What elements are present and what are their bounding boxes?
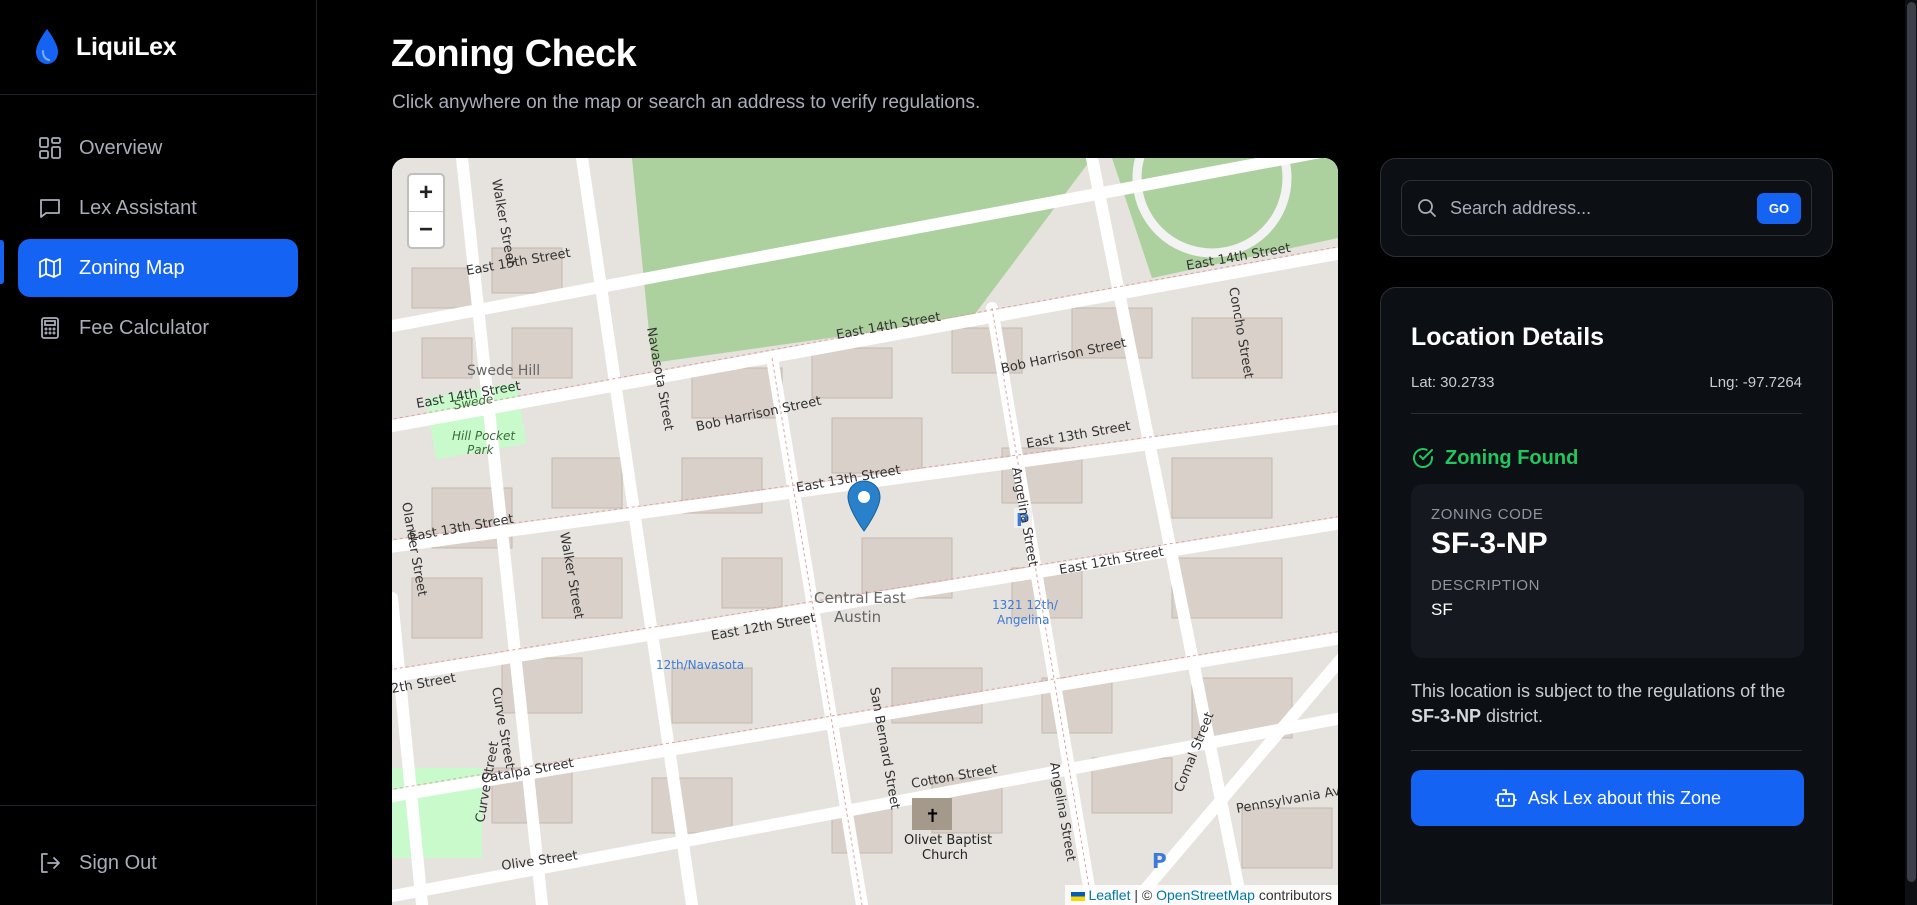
sign-out-button[interactable]: Sign Out	[18, 834, 299, 892]
map-icon	[38, 256, 62, 280]
map-label: Angelina	[997, 613, 1049, 627]
regulation-suffix: district.	[1486, 706, 1544, 726]
app-name: LiquiLex	[76, 32, 177, 61]
sidebar-item-zoning-map[interactable]: Zoning Map	[18, 239, 298, 297]
zoning-status: Zoning Found	[1411, 446, 1578, 470]
brand[interactable]: LiquiLex	[0, 0, 316, 95]
sidebar-item-lex-assistant[interactable]: Lex Assistant	[18, 179, 298, 237]
ukraine-flag-icon	[1070, 891, 1085, 901]
map-label: Central East	[814, 589, 906, 607]
sidebar-footer: Sign Out	[0, 805, 317, 905]
page-subtitle: Click anywhere on the map or search an a…	[392, 92, 981, 113]
page-title: Zoning Check	[391, 33, 637, 75]
regulation-text: This location is subject to the regulati…	[1411, 679, 1811, 729]
address-search-input[interactable]	[1450, 197, 1757, 219]
water-drop-logo-icon	[36, 29, 58, 64]
check-circle-icon	[1413, 448, 1434, 469]
search-box: GO	[1401, 180, 1812, 236]
sign-out-label: Sign Out	[79, 851, 157, 874]
ask-lex-button[interactable]: Ask Lex about this Zone	[1411, 770, 1804, 826]
ask-lex-label: Ask Lex about this Zone	[1527, 787, 1722, 808]
go-button[interactable]: GO	[1757, 192, 1801, 224]
map-label: Swede Hill	[467, 363, 540, 379]
search-icon	[1418, 199, 1436, 217]
leaflet-link[interactable]: Leaflet	[1088, 887, 1130, 903]
map-pin-icon[interactable]	[847, 480, 881, 532]
app-root: LiquiLex Overview Lex Assistant Zoning M…	[0, 0, 1917, 905]
location-details-card: Location Details Lat: 30.2733 Lng: -97.7…	[1380, 287, 1833, 905]
zoning-status-label: Zoning Found	[1445, 446, 1579, 469]
search-card: GO	[1380, 158, 1833, 257]
map-label: Hill Pocket	[452, 429, 516, 443]
svg-text:P: P	[1152, 849, 1167, 873]
calculator-icon	[38, 316, 62, 340]
osm-link[interactable]: OpenStreetMap	[1156, 887, 1255, 903]
zoning-code-value: SF-3-NP	[1431, 527, 1548, 560]
coordinates-row: Lat: 30.2733 Lng: -97.7264	[1411, 374, 1802, 391]
latitude-value: Lat: 30.2733	[1411, 374, 1495, 391]
zoning-map[interactable]: P P ✝ East 15th Street East 14th Street …	[392, 158, 1338, 905]
description-value: SF	[1431, 600, 1453, 619]
map-label: Church	[922, 848, 968, 863]
active-indicator	[0, 240, 4, 284]
zoom-out-button[interactable]: −	[409, 211, 443, 247]
dashboard-grid-icon	[38, 136, 62, 160]
sidebar-nav: Overview Lex Assistant Zoning Map Fee Ca…	[0, 119, 316, 357]
chat-bubble-icon	[38, 196, 62, 220]
zoom-in-button[interactable]: +	[409, 175, 443, 211]
attribution-contributors: contributors	[1258, 887, 1332, 903]
divider	[1411, 413, 1802, 414]
sidebar-item-label: Zoning Map	[79, 256, 185, 279]
logout-icon	[38, 851, 62, 875]
sidebar-item-label: Fee Calculator	[79, 316, 210, 339]
attribution-separator: | ©	[1134, 887, 1153, 903]
zoning-info-box: ZONING CODE SF-3-NP DESCRIPTION SF	[1411, 484, 1804, 658]
svg-text:Park: Park	[467, 443, 495, 457]
sidebar-item-label: Lex Assistant	[79, 196, 197, 219]
sidebar-item-overview[interactable]: Overview	[18, 119, 298, 177]
sidebar-item-label: Overview	[79, 136, 163, 159]
map-attribution: Leaflet | © OpenStreetMap contributors	[1064, 885, 1338, 905]
bot-icon	[1495, 789, 1517, 807]
sidebar-item-fee-calculator[interactable]: Fee Calculator	[18, 299, 298, 357]
description-label: DESCRIPTION	[1431, 577, 1541, 594]
regulation-code: SF-3-NP	[1411, 706, 1482, 726]
longitude-value: Lng: -97.7264	[1709, 374, 1802, 391]
map-label: Olivet Baptist	[904, 833, 992, 848]
details-title: Location Details	[1411, 323, 1605, 351]
svg-text:✝: ✝	[925, 806, 940, 827]
zoom-control: + −	[407, 173, 445, 249]
map-label: Austin	[834, 608, 881, 626]
regulation-prefix: This location is subject to the regulati…	[1411, 681, 1786, 701]
zoning-code-label: ZONING CODE	[1431, 506, 1544, 523]
sidebar: LiquiLex Overview Lex Assistant Zoning M…	[0, 0, 317, 905]
page-scrollbar[interactable]	[1905, 0, 1917, 905]
map-label: 1321 12th/	[992, 598, 1059, 612]
map-label: 12th/Navasota	[656, 658, 744, 672]
scrollbar-thumb[interactable]	[1907, 2, 1916, 882]
divider	[1411, 750, 1802, 751]
